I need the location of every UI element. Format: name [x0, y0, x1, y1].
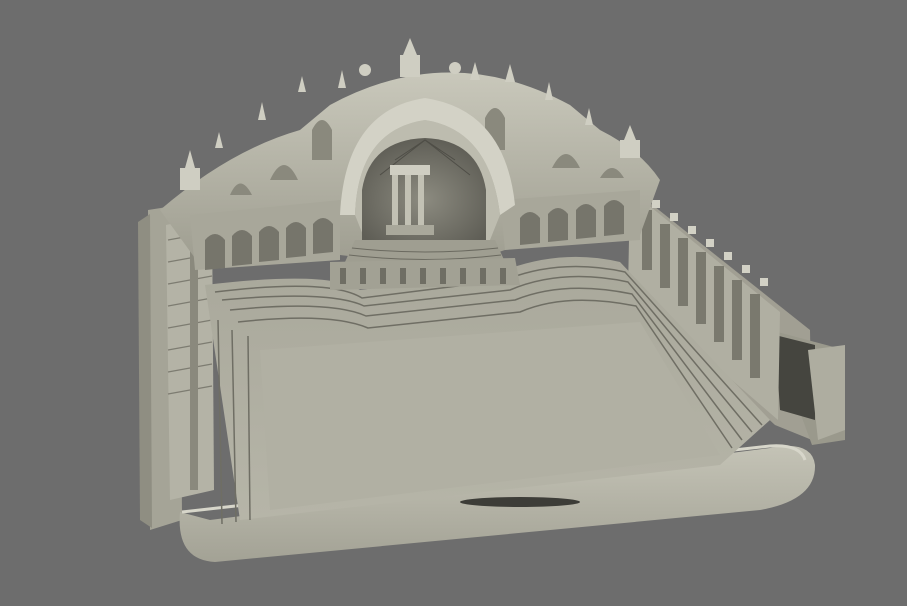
3d-viewport[interactable]: [0, 0, 907, 606]
theater-model-render: [138, 38, 845, 562]
